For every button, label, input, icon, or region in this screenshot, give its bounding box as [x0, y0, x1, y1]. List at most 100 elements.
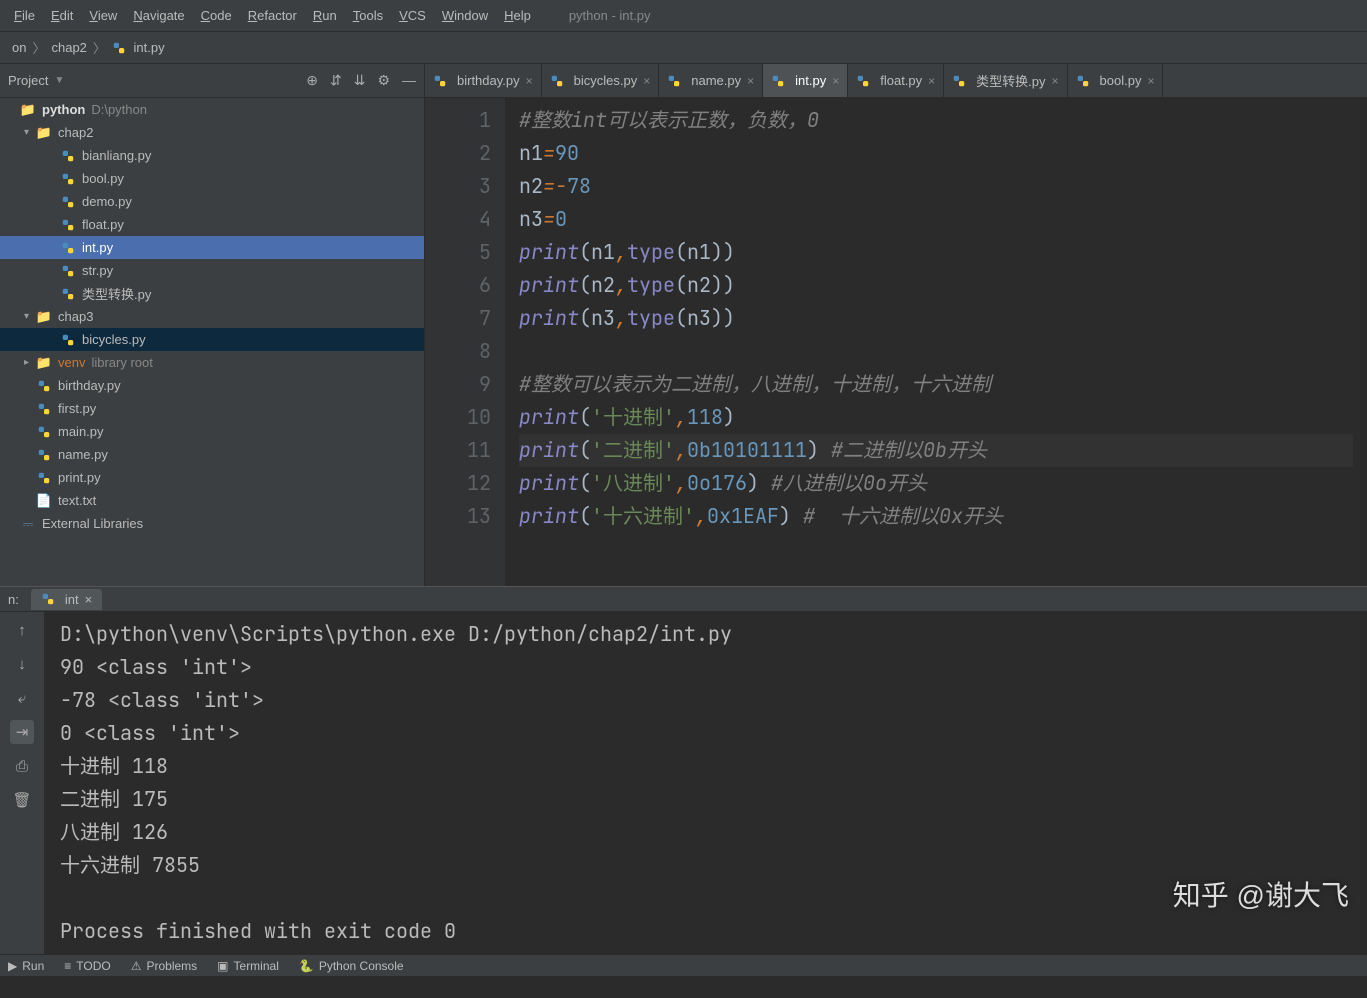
python-file-icon [60, 263, 76, 279]
trash-icon[interactable]: 🗑 [10, 788, 34, 812]
code-editor[interactable]: 12345678910111213 #整数int可以表示正数，负数，0n1=90… [425, 98, 1367, 586]
tree-item[interactable]: int.py [0, 236, 424, 259]
editor-area: birthday.py×bicycles.py×name.py×int.py×f… [425, 64, 1367, 586]
tree-item[interactable]: demo.py [0, 190, 424, 213]
tree-item[interactable]: float.py [0, 213, 424, 236]
code-content[interactable]: #整数int可以表示正数，负数，0n1=90n2=-78n3=0print(n1… [505, 98, 1367, 586]
menu-edit[interactable]: Edit [43, 4, 81, 27]
tree-item[interactable]: ▸📁venvlibrary root [0, 351, 424, 374]
python-file-icon [36, 378, 52, 394]
python-file-icon [60, 194, 76, 210]
watermark: 知乎 @谢大飞 [1173, 874, 1349, 914]
close-icon[interactable]: × [928, 74, 935, 88]
tree-item[interactable]: bianliang.py [0, 144, 424, 167]
hide-icon[interactable]: — [402, 72, 416, 89]
tree-item[interactable]: str.py [0, 259, 424, 282]
tree-item[interactable]: 📁pythonD:\python [0, 98, 424, 121]
python-file-icon [60, 332, 76, 348]
rerun-up-icon[interactable]: ↑ [10, 618, 34, 642]
gear-icon[interactable]: ⚙ [377, 72, 390, 89]
python-file-icon [60, 286, 76, 302]
tree-item[interactable]: 类型转换.py [0, 282, 424, 305]
console-output[interactable]: D:\python\venv\Scripts\python.exe D:/pyt… [44, 612, 1367, 954]
editor-tab[interactable]: 类型转换.py× [944, 64, 1067, 97]
editor-tab[interactable]: int.py× [763, 64, 848, 97]
tree-item[interactable]: ▾📁chap2 [0, 121, 424, 144]
collapse-all-icon[interactable]: ⇊ [354, 72, 366, 89]
gutter: 12345678910111213 [425, 98, 505, 586]
python-file-icon [1076, 74, 1090, 88]
python-file-icon [36, 424, 52, 440]
editor-tab[interactable]: bicycles.py× [542, 64, 660, 97]
expand-all-icon[interactable]: ⇵ [330, 72, 342, 89]
breadcrumb-item[interactable]: chap2 [47, 40, 90, 55]
close-icon[interactable]: × [747, 74, 754, 88]
tree-item[interactable]: name.py [0, 443, 424, 466]
soft-wrap-icon[interactable]: ⤶ [10, 686, 34, 710]
down-icon[interactable]: ↓ [10, 652, 34, 676]
editor-tab[interactable]: bool.py× [1068, 64, 1164, 97]
folder-icon: 📁 [36, 125, 52, 141]
folder-icon: 📁 [36, 309, 52, 325]
editor-tab[interactable]: birthday.py× [425, 64, 542, 97]
menu-navigate[interactable]: Navigate [125, 4, 192, 27]
print-icon[interactable]: ⎙ [10, 754, 34, 778]
menu-help[interactable]: Help [496, 4, 539, 27]
run-toolbar: ↑ ↓ ⤶ ⇥ ⎙ 🗑 [0, 612, 44, 954]
tree-item[interactable]: print.py [0, 466, 424, 489]
run-tool-window: n: int × ↑ ↓ ⤶ ⇥ ⎙ 🗑 D:\python\venv\Scri… [0, 586, 1367, 954]
menu-refactor[interactable]: Refactor [240, 4, 305, 27]
close-icon[interactable]: × [643, 74, 650, 88]
window-title: python - int.py [569, 8, 651, 23]
tree-item[interactable]: bool.py [0, 167, 424, 190]
python-console-tab-button[interactable]: 🐍Python Console [299, 959, 404, 973]
python-file-icon [41, 592, 55, 606]
menu-vcs[interactable]: VCS [391, 4, 434, 27]
scroll-to-end-icon[interactable]: ⇥ [10, 720, 34, 744]
menu-bar: FileEditViewNavigateCodeRefactorRunTools… [0, 0, 1367, 32]
python-file-icon [112, 41, 126, 55]
tree-item[interactable]: bicycles.py [0, 328, 424, 351]
python-file-icon [60, 217, 76, 233]
python-file-icon [36, 447, 52, 463]
dropdown-icon[interactable]: ▼ [54, 75, 64, 86]
close-icon[interactable]: × [832, 74, 839, 88]
terminal-tab-button[interactable]: ▣Terminal [217, 959, 279, 973]
python-file-icon [433, 74, 447, 88]
menu-run[interactable]: Run [305, 4, 345, 27]
breadcrumb-item[interactable]: on [8, 40, 30, 55]
project-tree[interactable]: 📁pythonD:\python▾📁chap2bianliang.pybool.… [0, 98, 424, 586]
menu-tools[interactable]: Tools [345, 4, 391, 27]
tree-item[interactable]: 📄text.txt [0, 489, 424, 512]
project-title[interactable]: Project [8, 73, 48, 88]
menu-code[interactable]: Code [193, 4, 240, 27]
run-tab-button[interactable]: ▶Run [8, 959, 44, 973]
todo-tab-button[interactable]: ≡TODO [64, 959, 110, 973]
library-icon: ⎓ [20, 516, 36, 532]
menu-view[interactable]: View [81, 4, 125, 27]
editor-tab[interactable]: float.py× [848, 64, 944, 97]
close-icon[interactable]: × [1147, 74, 1154, 88]
editor-tab[interactable]: name.py× [659, 64, 763, 97]
menu-file[interactable]: File [6, 4, 43, 27]
problems-tab-button[interactable]: ⚠Problems [131, 959, 197, 973]
breadcrumb-bar: on 〉 chap2 〉 int.py [0, 32, 1367, 64]
python-file-icon [856, 74, 870, 88]
tree-item[interactable]: ▾📁chap3 [0, 305, 424, 328]
close-icon[interactable]: × [85, 592, 93, 607]
python-file-icon [550, 74, 564, 88]
close-icon[interactable]: × [526, 74, 533, 88]
text-file-icon: 📄 [36, 493, 52, 509]
python-file-icon [60, 148, 76, 164]
tree-item[interactable]: ⎓External Libraries [0, 512, 424, 535]
locate-icon[interactable]: ⊕ [306, 72, 318, 89]
breadcrumb-item[interactable]: int.py [108, 40, 169, 56]
tree-item[interactable]: birthday.py [0, 374, 424, 397]
python-file-icon [771, 74, 785, 88]
tree-item[interactable]: main.py [0, 420, 424, 443]
run-config-tab[interactable]: int × [31, 589, 102, 610]
close-icon[interactable]: × [1052, 74, 1059, 88]
menu-window[interactable]: Window [434, 4, 496, 27]
folder-icon: 📁 [20, 102, 36, 118]
tree-item[interactable]: first.py [0, 397, 424, 420]
